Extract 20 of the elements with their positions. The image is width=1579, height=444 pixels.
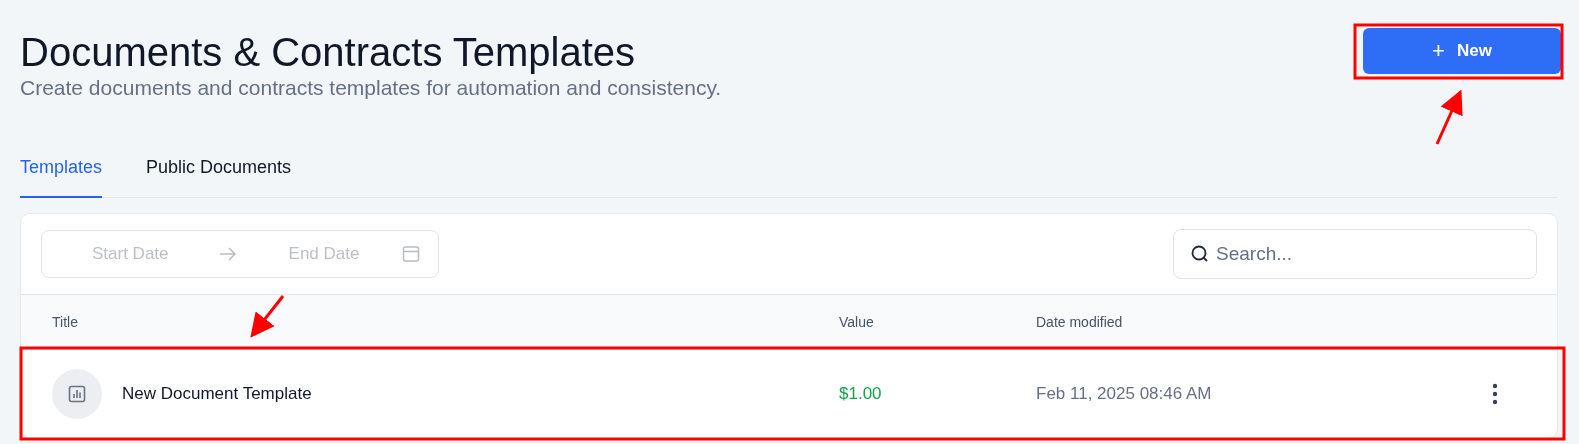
column-header: Title <box>52 314 79 330</box>
annotation-arrow <box>250 295 285 338</box>
tab[interactable]: Public Documents <box>146 142 292 198</box>
column-header: Value <box>839 314 875 330</box>
template-title[interactable]: New Document Template <box>122 384 312 404</box>
calendar-icon <box>402 245 420 263</box>
table-cell-text: $1.00 <box>839 384 883 404</box>
tab[interactable]: Templates <box>20 142 103 198</box>
column-header: Date modified <box>1036 314 1124 330</box>
table-cell-text: Feb 11, 2025 08:46 AM <box>1036 384 1213 404</box>
end-date-placeholder: End Date <box>288 244 360 264</box>
new-button[interactable]: + New <box>1363 28 1561 74</box>
arrow-icon <box>218 247 237 261</box>
more-options-icon[interactable] <box>1492 383 1498 405</box>
search-field[interactable]: Search... <box>1173 229 1537 279</box>
start-date-placeholder: Start Date <box>92 244 169 264</box>
annotation-arrow <box>1435 89 1463 145</box>
chart-icon <box>52 369 102 419</box>
page-title: Documents & Contracts Templates <box>20 30 637 74</box>
page-subtitle: Create documents and contracts templates for automation and consistency. <box>20 76 722 100</box>
